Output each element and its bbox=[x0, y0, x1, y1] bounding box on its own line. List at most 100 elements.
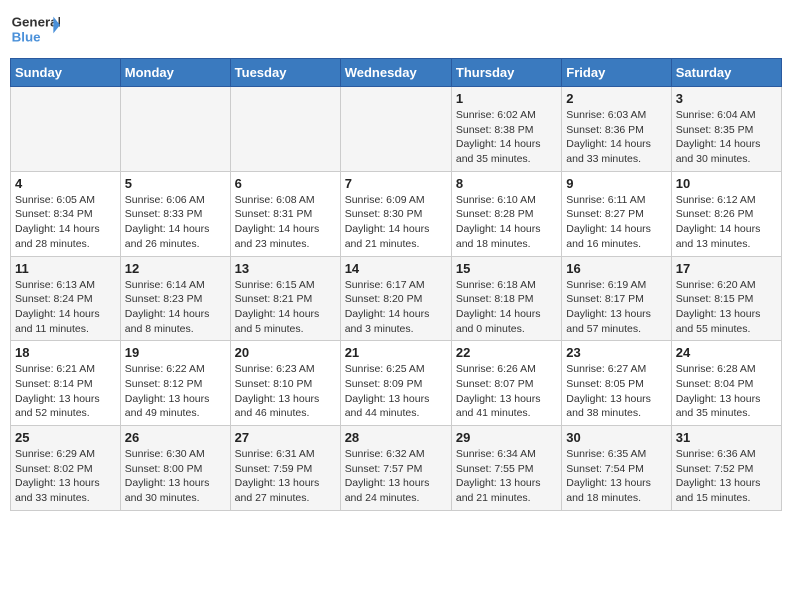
day-cell: 29 Sunrise: 6:34 AM Sunset: 7:55 PM Dayli… bbox=[451, 426, 561, 511]
day-number: 3 bbox=[676, 91, 777, 106]
day-cell: 31 Sunrise: 6:36 AM Sunset: 7:52 PM Dayli… bbox=[671, 426, 781, 511]
svg-text:Blue: Blue bbox=[12, 30, 41, 45]
day-number: 4 bbox=[15, 176, 116, 191]
logo-icon: General Blue bbox=[10, 10, 60, 50]
day-number: 2 bbox=[566, 91, 666, 106]
day-number: 18 bbox=[15, 345, 116, 360]
day-number: 19 bbox=[125, 345, 226, 360]
day-cell bbox=[230, 87, 340, 172]
day-info: Sunrise: 6:08 AM Sunset: 8:31 PM Dayligh… bbox=[235, 193, 336, 252]
day-info: Sunrise: 6:25 AM Sunset: 8:09 PM Dayligh… bbox=[345, 362, 447, 421]
day-number: 26 bbox=[125, 430, 226, 445]
day-info: Sunrise: 6:22 AM Sunset: 8:12 PM Dayligh… bbox=[125, 362, 226, 421]
day-cell: 15 Sunrise: 6:18 AM Sunset: 8:18 PM Dayli… bbox=[451, 256, 561, 341]
day-info: Sunrise: 6:10 AM Sunset: 8:28 PM Dayligh… bbox=[456, 193, 557, 252]
day-number: 21 bbox=[345, 345, 447, 360]
day-cell: 23 Sunrise: 6:27 AM Sunset: 8:05 PM Dayli… bbox=[562, 341, 671, 426]
week-row-5: 25Sunrise: 6:29 AM Sunset: 8:02 PM Dayli… bbox=[11, 426, 782, 511]
day-number: 14 bbox=[345, 261, 447, 276]
day-info: Sunrise: 6:04 AM Sunset: 8:35 PM Dayligh… bbox=[676, 108, 777, 167]
calendar-header-row: SundayMondayTuesdayWednesdayThursdayFrid… bbox=[11, 59, 782, 87]
header-sunday: Sunday bbox=[11, 59, 121, 87]
day-number: 20 bbox=[235, 345, 336, 360]
day-info: Sunrise: 6:36 AM Sunset: 7:52 PM Dayligh… bbox=[676, 447, 777, 506]
day-info: Sunrise: 6:12 AM Sunset: 8:26 PM Dayligh… bbox=[676, 193, 777, 252]
header-friday: Friday bbox=[562, 59, 671, 87]
day-cell: 17 Sunrise: 6:20 AM Sunset: 8:15 PM Dayli… bbox=[671, 256, 781, 341]
day-cell: 8 Sunrise: 6:10 AM Sunset: 8:28 PM Daylig… bbox=[451, 171, 561, 256]
day-cell: 10 Sunrise: 6:12 AM Sunset: 8:26 PM Dayli… bbox=[671, 171, 781, 256]
day-info: Sunrise: 6:35 AM Sunset: 7:54 PM Dayligh… bbox=[566, 447, 666, 506]
day-number: 9 bbox=[566, 176, 666, 191]
day-number: 24 bbox=[676, 345, 777, 360]
day-info: Sunrise: 6:23 AM Sunset: 8:10 PM Dayligh… bbox=[235, 362, 336, 421]
day-number: 29 bbox=[456, 430, 557, 445]
day-info: Sunrise: 6:02 AM Sunset: 8:38 PM Dayligh… bbox=[456, 108, 557, 167]
day-number: 10 bbox=[676, 176, 777, 191]
day-info: Sunrise: 6:26 AM Sunset: 8:07 PM Dayligh… bbox=[456, 362, 557, 421]
day-cell: 26 Sunrise: 6:30 AM Sunset: 8:00 PM Dayli… bbox=[120, 426, 230, 511]
header-tuesday: Tuesday bbox=[230, 59, 340, 87]
day-cell bbox=[340, 87, 451, 172]
day-info: Sunrise: 6:27 AM Sunset: 8:05 PM Dayligh… bbox=[566, 362, 666, 421]
day-cell: 21 Sunrise: 6:25 AM Sunset: 8:09 PM Dayli… bbox=[340, 341, 451, 426]
day-cell: 7 Sunrise: 6:09 AM Sunset: 8:30 PM Daylig… bbox=[340, 171, 451, 256]
day-number: 25 bbox=[15, 430, 116, 445]
header-saturday: Saturday bbox=[671, 59, 781, 87]
day-cell: 22 Sunrise: 6:26 AM Sunset: 8:07 PM Dayli… bbox=[451, 341, 561, 426]
day-number: 6 bbox=[235, 176, 336, 191]
header-thursday: Thursday bbox=[451, 59, 561, 87]
day-number: 22 bbox=[456, 345, 557, 360]
day-number: 23 bbox=[566, 345, 666, 360]
day-cell: 19 Sunrise: 6:22 AM Sunset: 8:12 PM Dayli… bbox=[120, 341, 230, 426]
week-row-4: 18Sunrise: 6:21 AM Sunset: 8:14 PM Dayli… bbox=[11, 341, 782, 426]
week-row-2: 4 Sunrise: 6:05 AM Sunset: 8:34 PM Daylig… bbox=[11, 171, 782, 256]
page-header: General Blue bbox=[10, 10, 782, 50]
day-number: 11 bbox=[15, 261, 116, 276]
day-cell: 27 Sunrise: 6:31 AM Sunset: 7:59 PM Dayli… bbox=[230, 426, 340, 511]
day-number: 28 bbox=[345, 430, 447, 445]
week-row-1: 1 Sunrise: 6:02 AM Sunset: 8:38 PM Daylig… bbox=[11, 87, 782, 172]
day-number: 16 bbox=[566, 261, 666, 276]
day-cell: 12 Sunrise: 6:14 AM Sunset: 8:23 PM Dayli… bbox=[120, 256, 230, 341]
day-cell: 4 Sunrise: 6:05 AM Sunset: 8:34 PM Daylig… bbox=[11, 171, 121, 256]
day-info: Sunrise: 6:20 AM Sunset: 8:15 PM Dayligh… bbox=[676, 278, 777, 337]
day-info: Sunrise: 6:03 AM Sunset: 8:36 PM Dayligh… bbox=[566, 108, 666, 167]
day-cell: 30Sunrise: 6:35 AM Sunset: 7:54 PM Dayli… bbox=[562, 426, 671, 511]
day-number: 17 bbox=[676, 261, 777, 276]
day-cell: 5 Sunrise: 6:06 AM Sunset: 8:33 PM Daylig… bbox=[120, 171, 230, 256]
day-number: 27 bbox=[235, 430, 336, 445]
day-cell bbox=[120, 87, 230, 172]
logo: General Blue bbox=[10, 10, 60, 50]
day-number: 31 bbox=[676, 430, 777, 445]
day-cell: 24Sunrise: 6:28 AM Sunset: 8:04 PM Dayli… bbox=[671, 341, 781, 426]
day-info: Sunrise: 6:14 AM Sunset: 8:23 PM Dayligh… bbox=[125, 278, 226, 337]
day-cell: 11 Sunrise: 6:13 AM Sunset: 8:24 PM Dayli… bbox=[11, 256, 121, 341]
day-cell: 13Sunrise: 6:15 AM Sunset: 8:21 PM Dayli… bbox=[230, 256, 340, 341]
day-number: 5 bbox=[125, 176, 226, 191]
day-cell: 28Sunrise: 6:32 AM Sunset: 7:57 PM Dayli… bbox=[340, 426, 451, 511]
day-cell: 14 Sunrise: 6:17 AM Sunset: 8:20 PM Dayli… bbox=[340, 256, 451, 341]
day-number: 7 bbox=[345, 176, 447, 191]
day-info: Sunrise: 6:18 AM Sunset: 8:18 PM Dayligh… bbox=[456, 278, 557, 337]
day-cell bbox=[11, 87, 121, 172]
day-info: Sunrise: 6:11 AM Sunset: 8:27 PM Dayligh… bbox=[566, 193, 666, 252]
day-info: Sunrise: 6:17 AM Sunset: 8:20 PM Dayligh… bbox=[345, 278, 447, 337]
day-number: 12 bbox=[125, 261, 226, 276]
svg-text:General: General bbox=[12, 15, 60, 30]
day-info: Sunrise: 6:09 AM Sunset: 8:30 PM Dayligh… bbox=[345, 193, 447, 252]
day-info: Sunrise: 6:15 AM Sunset: 8:21 PM Dayligh… bbox=[235, 278, 336, 337]
day-number: 15 bbox=[456, 261, 557, 276]
day-info: Sunrise: 6:06 AM Sunset: 8:33 PM Dayligh… bbox=[125, 193, 226, 252]
day-cell: 9 Sunrise: 6:11 AM Sunset: 8:27 PM Daylig… bbox=[562, 171, 671, 256]
day-info: Sunrise: 6:30 AM Sunset: 8:00 PM Dayligh… bbox=[125, 447, 226, 506]
day-info: Sunrise: 6:31 AM Sunset: 7:59 PM Dayligh… bbox=[235, 447, 336, 506]
day-info: Sunrise: 6:13 AM Sunset: 8:24 PM Dayligh… bbox=[15, 278, 116, 337]
day-number: 1 bbox=[456, 91, 557, 106]
day-info: Sunrise: 6:34 AM Sunset: 7:55 PM Dayligh… bbox=[456, 447, 557, 506]
day-number: 8 bbox=[456, 176, 557, 191]
day-cell: 25Sunrise: 6:29 AM Sunset: 8:02 PM Dayli… bbox=[11, 426, 121, 511]
day-info: Sunrise: 6:19 AM Sunset: 8:17 PM Dayligh… bbox=[566, 278, 666, 337]
day-info: Sunrise: 6:05 AM Sunset: 8:34 PM Dayligh… bbox=[15, 193, 116, 252]
day-cell: 6 Sunrise: 6:08 AM Sunset: 8:31 PM Daylig… bbox=[230, 171, 340, 256]
